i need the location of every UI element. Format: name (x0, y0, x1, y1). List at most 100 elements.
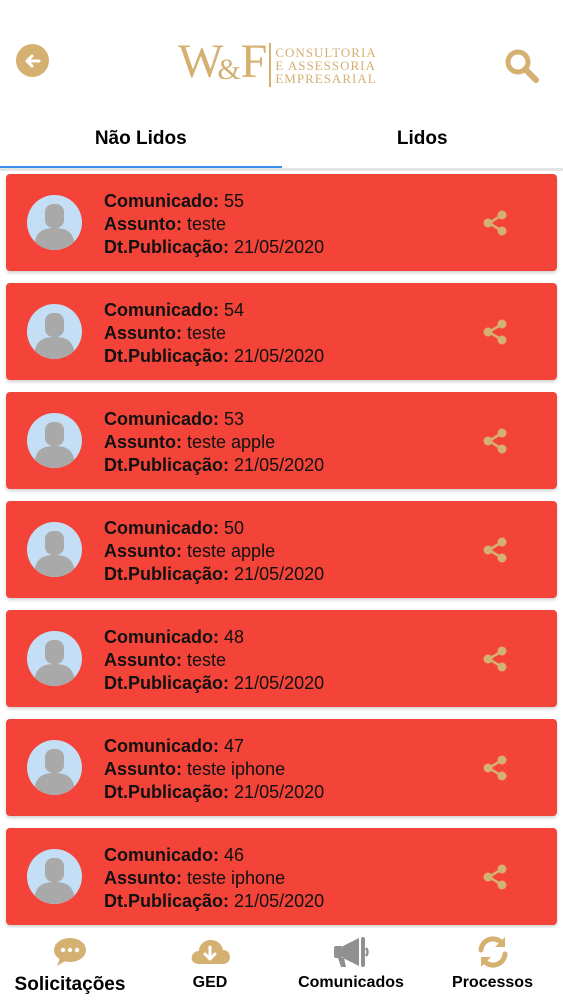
comunicados-list: Comunicado: 55 Assunto: teste Dt.Publica… (6, 174, 557, 937)
list-item[interactable]: Comunicado: 48 Assunto: teste Dt.Publica… (6, 610, 557, 707)
nav-label: GED (192, 974, 228, 991)
avatar (27, 631, 82, 686)
nav-ged[interactable]: GED (140, 928, 280, 1000)
chat-icon (54, 938, 86, 966)
company-logo: W&F CONSULTORIA E ASSESSORIA EMPRESARIAL (178, 38, 388, 90)
comunicado-value: 48 (224, 627, 245, 647)
share-button[interactable] (480, 426, 510, 456)
nav-processos[interactable]: Processos (422, 928, 563, 1000)
assunto-label: Assunto: (104, 868, 182, 888)
nav-solicitacoes[interactable]: Solicitações (0, 928, 140, 1000)
publicacao-row: Dt.Publicação: 21/05/2020 (104, 781, 324, 804)
cloud-download-icon (191, 940, 230, 964)
assunto-row: Assunto: teste (104, 649, 324, 672)
nav-label: Solicitações (14, 974, 126, 995)
list-item[interactable]: Comunicado: 47 Assunto: teste iphone Dt.… (6, 719, 557, 816)
comunicado-row: Comunicado: 53 (104, 408, 324, 431)
comunicado-row: Comunicado: 47 (104, 735, 324, 758)
list-item[interactable]: Comunicado: 46 Assunto: teste iphone Dt.… (6, 828, 557, 925)
tab-lidos[interactable]: Lidos (282, 110, 563, 168)
nav-comunicados[interactable]: Comunicados (280, 928, 422, 1000)
bottom-navigation: Solicitações GED Comunicados Processos (0, 928, 563, 1000)
share-button[interactable] (480, 317, 510, 347)
list-item[interactable]: Comunicado: 55 Assunto: teste Dt.Publica… (6, 174, 557, 271)
avatar (27, 304, 82, 359)
tab-label: Lidos (396, 128, 448, 149)
share-button[interactable] (480, 753, 510, 783)
assunto-row: Assunto: teste iphone (104, 867, 324, 890)
user-placeholder-icon (34, 531, 75, 577)
back-button[interactable] (16, 44, 49, 77)
share-icon (483, 428, 507, 454)
card-details: Comunicado: 47 Assunto: teste iphone Dt.… (104, 735, 324, 804)
comunicado-label: Comunicado: (104, 845, 219, 865)
comunicado-label: Comunicado: (104, 300, 219, 320)
megaphone-icon (334, 937, 369, 967)
comunicado-label: Comunicado: (104, 736, 219, 756)
logo-line-2: E ASSESSORIA (275, 57, 376, 73)
assunto-value: teste (187, 323, 227, 343)
share-button[interactable] (480, 862, 510, 892)
assunto-row: Assunto: teste (104, 213, 324, 236)
publicacao-value: 21/05/2020 (234, 673, 325, 693)
assunto-label: Assunto: (104, 650, 182, 670)
comunicado-value: 47 (224, 736, 245, 756)
share-button[interactable] (480, 644, 510, 674)
comunicado-row: Comunicado: 54 (104, 299, 324, 322)
assunto-label: Assunto: (104, 541, 182, 561)
avatar (27, 195, 82, 250)
logo-line-1: CONSULTORIA (275, 44, 377, 60)
publicacao-row: Dt.Publicação: 21/05/2020 (104, 454, 324, 477)
assunto-label: Assunto: (104, 214, 182, 234)
publicacao-row: Dt.Publicação: 21/05/2020 (104, 345, 324, 368)
search-icon (505, 49, 539, 83)
share-button[interactable] (480, 208, 510, 238)
search-button[interactable] (502, 46, 542, 86)
avatar (27, 849, 82, 904)
assunto-label: Assunto: (104, 759, 182, 779)
publicacao-row: Dt.Publicação: 21/05/2020 (104, 672, 324, 695)
publicacao-label: Dt.Publicação: (104, 455, 230, 475)
publicacao-label: Dt.Publicação: (104, 564, 230, 584)
avatar (27, 740, 82, 795)
assunto-value: teste iphone (187, 868, 286, 888)
nav-label: Comunicados (298, 974, 404, 991)
assunto-value: teste (187, 650, 227, 670)
comunicado-row: Comunicado: 50 (104, 517, 324, 540)
publicacao-label: Dt.Publicação: (104, 346, 230, 366)
publicacao-value: 21/05/2020 (234, 564, 325, 584)
comunicado-row: Comunicado: 55 (104, 190, 324, 213)
list-item[interactable]: Comunicado: 54 Assunto: teste Dt.Publica… (6, 283, 557, 380)
publicacao-label: Dt.Publicação: (104, 782, 230, 802)
avatar (27, 413, 82, 468)
list-item[interactable]: Comunicado: 53 Assunto: teste apple Dt.P… (6, 392, 557, 489)
publicacao-value: 21/05/2020 (234, 891, 325, 911)
publicacao-row: Dt.Publicação: 21/05/2020 (104, 563, 324, 586)
assunto-row: Assunto: teste apple (104, 431, 324, 454)
share-icon (483, 864, 507, 890)
nav-label: Processos (452, 974, 533, 991)
tab-nao-lidos[interactable]: Não Lidos (0, 110, 282, 169)
comunicado-value: 50 (224, 518, 245, 538)
assunto-value: teste apple (187, 432, 276, 452)
tab-label: Não Lidos (94, 128, 187, 149)
avatar (27, 522, 82, 577)
list-item[interactable]: Comunicado: 50 Assunto: teste apple Dt.P… (6, 501, 557, 598)
publicacao-label: Dt.Publicação: (104, 673, 230, 693)
assunto-label: Assunto: (104, 432, 182, 452)
publicacao-value: 21/05/2020 (234, 346, 325, 366)
comunicado-label: Comunicado: (104, 191, 219, 211)
assunto-value: teste (187, 214, 227, 234)
comunicado-row: Comunicado: 48 (104, 626, 324, 649)
card-details: Comunicado: 54 Assunto: teste Dt.Publica… (104, 299, 324, 368)
share-button[interactable] (480, 535, 510, 565)
card-details: Comunicado: 50 Assunto: teste apple Dt.P… (104, 517, 324, 586)
arrow-left-icon (25, 54, 40, 67)
share-icon (483, 210, 507, 236)
user-placeholder-icon (34, 749, 75, 795)
publicacao-row: Dt.Publicação: 21/05/2020 (104, 236, 324, 259)
comunicado-value: 54 (224, 300, 245, 320)
comunicado-label: Comunicado: (104, 518, 219, 538)
share-icon (483, 319, 507, 345)
publicacao-label: Dt.Publicação: (104, 237, 230, 257)
